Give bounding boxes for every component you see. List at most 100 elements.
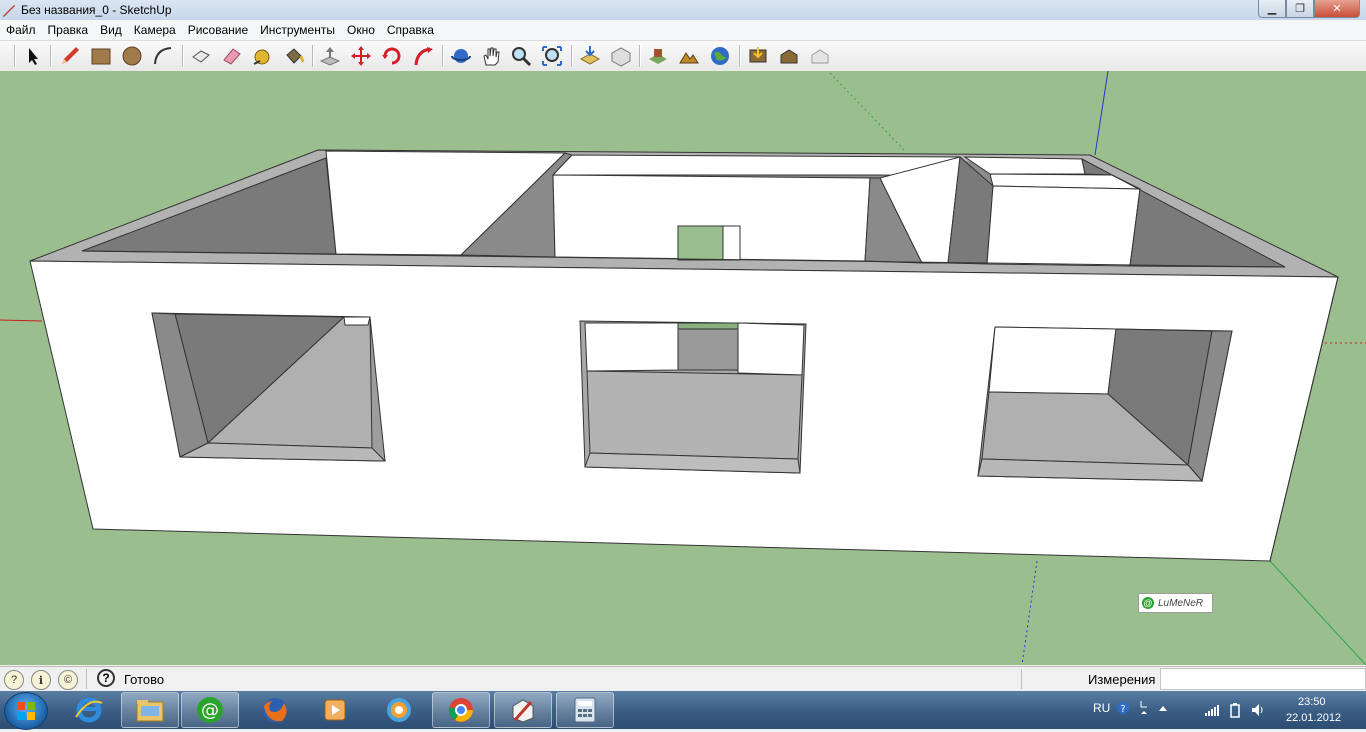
clock-date[interactable]: 22.01.2012 [1286, 712, 1341, 724]
sketchup-app-icon [2, 4, 16, 17]
taskbar-media-player[interactable] [306, 692, 364, 728]
select-tool-button[interactable] [21, 44, 45, 68]
push-pull-button[interactable] [318, 44, 342, 68]
follow-me-button[interactable] [411, 44, 435, 68]
paint-bucket-button[interactable] [282, 44, 306, 68]
menu-help[interactable]: Справка [381, 20, 440, 40]
help-icon[interactable]: ? [97, 669, 115, 687]
zoom-tool-button[interactable] [509, 44, 533, 68]
taskbar-chromium[interactable] [370, 692, 428, 728]
window-middle [579, 320, 807, 474]
get-models-button[interactable] [578, 44, 602, 68]
menu-camera[interactable]: Камера [128, 20, 182, 40]
toolbar-separator [571, 45, 573, 67]
google-earth-button[interactable] [708, 44, 732, 68]
status-divider [86, 669, 87, 689]
green-axis-dotted [829, 72, 906, 152]
share-model-icon [611, 47, 631, 67]
power-icon[interactable] [1228, 702, 1242, 718]
door-opening [677, 225, 724, 261]
place-model-button[interactable] [777, 44, 801, 68]
ie-icon [75, 697, 103, 723]
chrome-icon [448, 698, 473, 722]
watermark-text: LuMeNeR [1158, 597, 1204, 609]
blue-axis-dotted [1021, 560, 1038, 665]
scene-canvas [0, 71, 1366, 665]
zoom-icon [512, 47, 532, 67]
taskbar-chrome[interactable] [432, 692, 490, 728]
svg-text:?: ? [1120, 704, 1125, 715]
taskbar-sketchup[interactable] [494, 692, 552, 728]
toolbar-separator [442, 45, 444, 67]
menu-tools[interactable]: Инструменты [254, 20, 341, 40]
toolbar-separator [739, 45, 741, 67]
get-models-icon [579, 46, 601, 65]
toolbar-separator [182, 45, 184, 67]
close-button[interactable]: ✕ [1314, 0, 1360, 18]
status-bar: ? ℹ © ? Готово Измерения [0, 666, 1366, 691]
taskbar-mail-agent[interactable]: @ [181, 692, 239, 728]
language-indicator[interactable]: RU [1093, 701, 1110, 715]
pencil-tool-button[interactable] [58, 44, 82, 68]
show-hidden-icons-icon[interactable] [1158, 704, 1168, 712]
rotate-tool-button[interactable] [380, 44, 404, 68]
restore-icon: ❐ [1295, 3, 1305, 15]
pan-icon [483, 47, 500, 66]
window-right [977, 326, 1233, 483]
taskbar-explorer[interactable] [121, 692, 179, 728]
close-icon: ✕ [1332, 3, 1342, 15]
taskbar-calculator[interactable] [556, 692, 614, 728]
menu-window[interactable]: Окно [341, 20, 381, 40]
start-button[interactable] [4, 692, 48, 730]
user-info-icon[interactable]: © [58, 670, 78, 690]
tape-measure-button[interactable] [251, 44, 275, 68]
mail-agent-icon: @ [197, 697, 223, 723]
orbit-tool-button[interactable] [449, 44, 473, 68]
clock-time[interactable]: 23:50 [1298, 696, 1326, 708]
restore-button[interactable]: ❐ [1286, 0, 1314, 18]
taskbar-firefox[interactable] [246, 692, 304, 728]
red-axis [0, 319, 43, 322]
add-location-button[interactable] [646, 44, 670, 68]
network-signal-icon[interactable] [1204, 704, 1220, 717]
status-text: Готово [124, 672, 165, 687]
get-photo-texture-button[interactable] [746, 44, 770, 68]
circle-tool-button[interactable] [120, 44, 144, 68]
move-icon [351, 46, 371, 66]
toggle-terrain-button[interactable] [677, 44, 701, 68]
modeling-viewport[interactable]: @ LuMeNeR [0, 71, 1366, 665]
move-tool-button[interactable] [349, 44, 373, 68]
place-model-icon [780, 49, 798, 64]
share-model-button[interactable] [609, 44, 633, 68]
menu-edit[interactable]: Правка [42, 20, 95, 40]
language-bar-icon[interactable] [1138, 699, 1150, 717]
toolbar-separator [312, 45, 314, 67]
menu-view[interactable]: Вид [94, 20, 128, 40]
calculator-icon [574, 697, 596, 723]
credits-icon[interactable]: ℹ [31, 670, 51, 690]
google-earth-icon [711, 47, 729, 65]
minimize-button[interactable]: ▁ [1258, 0, 1286, 18]
help-tray-icon[interactable]: ? [1116, 701, 1130, 715]
inner-wall-left [81, 157, 337, 255]
zoom-extents-button[interactable] [540, 44, 564, 68]
arc-tool-button[interactable] [151, 44, 175, 68]
eraser-tool-button[interactable] [220, 44, 244, 68]
menu-draw[interactable]: Рисование [182, 20, 254, 40]
tape-measure-icon [253, 49, 270, 65]
pan-tool-button[interactable] [479, 44, 503, 68]
geo-location-icon[interactable]: ? [4, 670, 24, 690]
status-divider [1021, 669, 1022, 689]
select-icon [29, 48, 38, 65]
rectangle-tool-button[interactable] [89, 44, 113, 68]
measurements-field[interactable] [1160, 668, 1366, 690]
explorer-icon [136, 700, 164, 722]
volume-icon[interactable] [1250, 702, 1266, 718]
arc-icon [154, 47, 172, 65]
make-component-button[interactable] [189, 44, 213, 68]
orbit-icon [451, 49, 471, 63]
menu-file[interactable]: Файл [0, 20, 42, 40]
taskbar-ie[interactable] [60, 692, 118, 728]
window-left [151, 312, 387, 462]
preview-button[interactable] [808, 44, 832, 68]
